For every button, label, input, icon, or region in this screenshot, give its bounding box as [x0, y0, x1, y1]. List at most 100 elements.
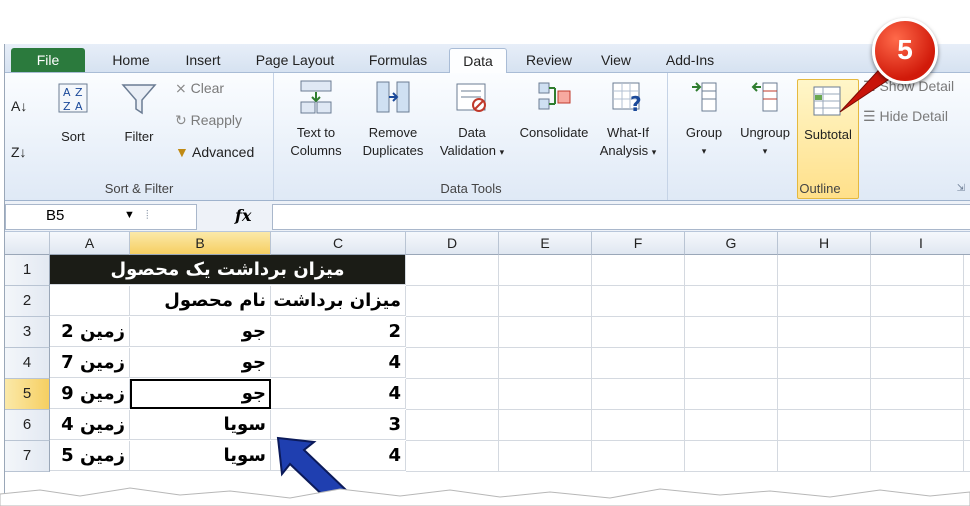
remove-duplicates-icon [376, 81, 410, 113]
chevron-down-icon: ▾ [651, 147, 657, 157]
group-icon [692, 82, 717, 112]
subtotal-label: Subtotal [804, 127, 852, 142]
data-tools-group-label: Data Tools [440, 181, 502, 196]
what-if-analysis-button[interactable]: ? What-If Analysis ▾ [595, 79, 661, 161]
text-to-columns-icon [300, 80, 332, 114]
tab-page-layout[interactable]: Page Layout [247, 48, 343, 72]
consolidate-button[interactable]: Consolidate [513, 79, 595, 142]
tab-insert[interactable]: Insert [173, 48, 233, 72]
chevron-down-icon[interactable]: ▼ [124, 209, 135, 221]
cell-b7[interactable]: سویا [130, 441, 271, 471]
chevron-down-icon: ▾ [762, 146, 768, 156]
cell-a4[interactable]: زمین 7 [50, 348, 130, 378]
torn-edge-decoration [0, 487, 970, 506]
clear-label: Clear [190, 80, 225, 96]
clear-icon: ⨯ [175, 80, 191, 96]
row-header-1[interactable]: 1 [5, 255, 50, 286]
step-number-badge: 5 [872, 18, 938, 84]
tab-add-ins[interactable]: Add-Ins [655, 48, 725, 72]
what-if-label-1: What-If [607, 125, 649, 140]
cell-b4[interactable]: جو [130, 348, 271, 378]
cell-c3[interactable]: 2 [271, 317, 406, 347]
chevron-down-icon: ▾ [499, 147, 505, 157]
cell-a3[interactable]: زمین 2 [50, 317, 130, 347]
row-header-4[interactable]: 4 [5, 348, 50, 379]
cell-a6[interactable]: زمین 4 [50, 410, 130, 440]
sort-za-button[interactable]: Z↓ [11, 141, 27, 163]
column-header-a[interactable]: A [50, 232, 130, 255]
cell-a7[interactable]: زمین 5 [50, 441, 130, 471]
cell-a5[interactable]: زمین 9 [50, 379, 130, 409]
tab-file[interactable]: File [11, 48, 85, 72]
reapply-label: Reapply [190, 112, 242, 128]
filter-label: Filter [124, 129, 154, 144]
column-header-c[interactable]: C [271, 232, 406, 255]
select-all-corner[interactable] [5, 232, 50, 255]
group-data-tools: Text to Columns Remove Duplicates Data V… [275, 73, 668, 200]
filter-button[interactable]: Filter [113, 81, 165, 146]
row-header-5[interactable]: 5 [5, 379, 50, 410]
filter-funnel-icon [121, 84, 157, 115]
tab-home[interactable]: Home [103, 48, 159, 72]
tab-formulas[interactable]: Formulas [357, 48, 439, 72]
formula-bar: B5 ▼ ⦙ fx [5, 201, 970, 232]
cell-b6[interactable]: سویا [130, 410, 271, 440]
remove-duplicates-label-1: Remove [368, 125, 418, 140]
row-header-3[interactable]: 3 [5, 317, 50, 348]
dialog-launcher-icon[interactable]: ⇲ [957, 183, 965, 194]
svg-text:A: A [63, 86, 71, 99]
group-label: Group [685, 125, 723, 140]
cell-c2[interactable]: میزان برداشت [271, 286, 406, 316]
data-ribbon: A↓ Z↓ AZZA Sort Filter ⨯ Clear ↻ Reapply… [5, 73, 970, 201]
sort-button[interactable]: AZZA Sort [51, 81, 95, 146]
row-header-6[interactable]: 6 [5, 410, 50, 441]
column-header-e[interactable]: E [499, 232, 592, 255]
column-header-h[interactable]: H [778, 232, 871, 255]
tab-data[interactable]: Data [449, 48, 507, 74]
column-header-b[interactable]: B [130, 232, 271, 255]
cell-c4[interactable]: 4 [271, 348, 406, 378]
group-button[interactable]: Group ▾ [677, 79, 731, 160]
chevron-down-icon: ▾ [701, 146, 707, 156]
cell-b5-active[interactable]: جو [130, 379, 271, 409]
formula-input[interactable] [272, 204, 970, 230]
text-to-columns-button[interactable]: Text to Columns [283, 79, 349, 160]
sort-icon: A ZZ A [58, 83, 88, 113]
svg-text:?: ? [630, 92, 642, 115]
column-header-g[interactable]: G [685, 232, 778, 255]
row-header-7[interactable]: 7 [5, 441, 50, 472]
insert-function-icon[interactable]: fx [235, 206, 251, 225]
name-box-value: B5 [46, 207, 65, 224]
reapply-icon: ↻ [175, 112, 191, 128]
column-header-i[interactable]: I [871, 232, 970, 255]
remove-duplicates-label-2: Duplicates [362, 143, 424, 158]
sort-za-icon: Z↓ [11, 144, 27, 160]
remove-duplicates-button[interactable]: Remove Duplicates [353, 79, 433, 160]
ungroup-button[interactable]: Ungroup ▾ [733, 79, 797, 160]
column-header-d[interactable]: D [406, 232, 499, 255]
consolidate-label: Consolidate [519, 125, 589, 140]
cell-b3[interactable]: جو [130, 317, 271, 347]
group-outline: Group ▾ Ungroup ▾ Subtotal ☰ Show Detail… [669, 73, 970, 200]
cell-a2[interactable] [50, 286, 130, 316]
text-to-columns-label-1: Text to [296, 125, 336, 140]
cell-a1-title[interactable]: میزان برداشت یک محصول [50, 255, 406, 285]
advanced-button[interactable]: ▼ Advanced [175, 141, 254, 163]
cell-b2[interactable]: نام محصول [130, 286, 271, 316]
clear-button[interactable]: ⨯ Clear [175, 77, 224, 99]
sort-az-button[interactable]: A↓ [11, 95, 27, 117]
column-header-f[interactable]: F [592, 232, 685, 255]
cell-c5[interactable]: 4 [271, 379, 406, 409]
tab-review[interactable]: Review [517, 48, 581, 72]
svg-text:Z: Z [75, 86, 83, 99]
empty-grid-area[interactable] [406, 255, 970, 472]
ungroup-label: Ungroup [740, 125, 790, 140]
row-header-2[interactable]: 2 [5, 286, 50, 317]
data-validation-button[interactable]: Data Validation ▾ [435, 79, 509, 161]
data-validation-label-2: Validation ▾ [439, 143, 505, 158]
ungroup-icon [751, 82, 778, 112]
reapply-button[interactable]: ↻ Reapply [175, 109, 242, 131]
tab-view[interactable]: View [593, 48, 639, 72]
name-box[interactable]: B5 ▼ ⦙ [5, 204, 197, 230]
sort-filter-group-label: Sort & Filter [104, 181, 174, 196]
